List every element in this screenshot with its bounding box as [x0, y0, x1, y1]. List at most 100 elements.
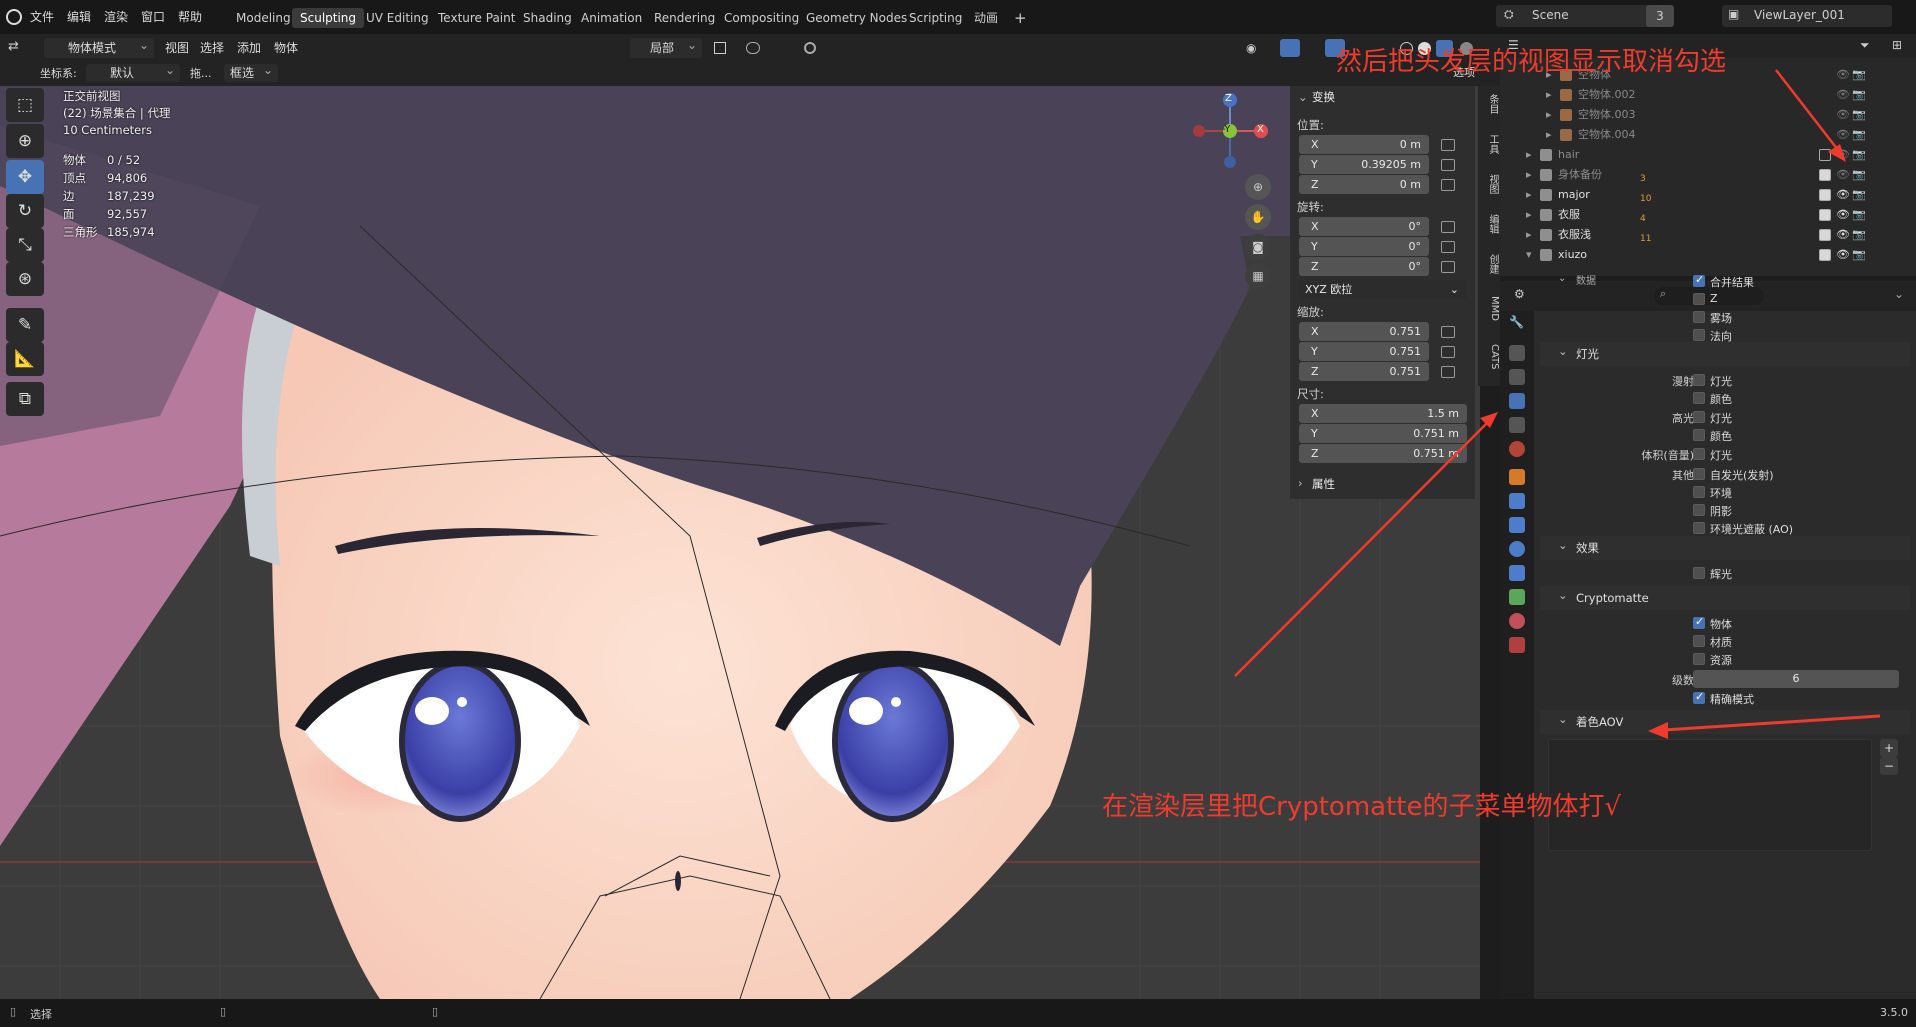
- editor-type-icon[interactable]: ⚙: [1514, 287, 1525, 301]
- data-option-checkbox[interactable]: [1693, 311, 1705, 323]
- pivot-icon[interactable]: [714, 42, 726, 54]
- menu-file[interactable]: 文件: [30, 8, 54, 26]
- lock-icon[interactable]: [1441, 221, 1455, 233]
- levels-field[interactable]: 6: [1693, 670, 1899, 688]
- volume-light-checkbox[interactable]: [1693, 448, 1705, 460]
- menu-object[interactable]: 物体: [274, 39, 298, 57]
- rotate-tool-icon[interactable]: ↻: [6, 194, 44, 228]
- properties-expand-icon[interactable]: ›: [1298, 476, 1303, 490]
- cryptomatte-option-checkbox[interactable]: [1693, 653, 1705, 665]
- scale-y-field[interactable]: Y 0.751: [1299, 342, 1429, 361]
- aov-add-button[interactable]: +: [1880, 739, 1898, 757]
- data-option-checkbox[interactable]: [1693, 273, 1705, 287]
- physics-tab-icon[interactable]: [1509, 541, 1525, 557]
- diffuse-color-checkbox[interactable]: [1693, 392, 1705, 404]
- transform-tool-icon[interactable]: ⊛: [6, 262, 44, 296]
- menu-view[interactable]: 视图: [165, 39, 189, 57]
- menu-render[interactable]: 渲染: [104, 8, 128, 26]
- drag-label[interactable]: 拖...: [190, 65, 212, 83]
- eye-icon[interactable]: 👁: [1836, 185, 1850, 205]
- outliner-row[interactable]: ▸ 衣服 4 👁 📷: [1500, 205, 1916, 225]
- annotate-tool-icon[interactable]: ✎: [6, 308, 44, 342]
- eye-icon[interactable]: 👁: [1836, 245, 1850, 265]
- modifier-tab-icon[interactable]: [1509, 493, 1525, 509]
- tab-sculpting[interactable]: Sculpting: [292, 8, 365, 28]
- outliner-row[interactable]: ▸ 空物体.004 👁 📷: [1500, 125, 1916, 145]
- outliner-row[interactable]: ▸ 空物体.003 👁 📷: [1500, 105, 1916, 125]
- tab-mmd[interactable]: MMD: [1478, 296, 1500, 321]
- expand-arrow-icon[interactable]: ▾: [1526, 245, 1532, 265]
- expand-arrow-icon[interactable]: ▸: [1526, 225, 1532, 245]
- location-y-field[interactable]: Y 0.39205 m: [1299, 155, 1429, 174]
- lock-icon[interactable]: [1441, 241, 1455, 253]
- lock-icon[interactable]: [1441, 139, 1455, 151]
- outliner-row[interactable]: ▸ 衣服浅 11 👁 📷: [1500, 225, 1916, 245]
- scale-z-field[interactable]: Z 0.751: [1299, 362, 1429, 381]
- rotation-x-field[interactable]: X 0°: [1299, 217, 1429, 236]
- world-tab-icon[interactable]: [1509, 441, 1525, 457]
- cryptomatte-option-checkbox[interactable]: [1693, 615, 1705, 629]
- constraints-tab-icon[interactable]: [1509, 565, 1525, 581]
- tab-geometry-nodes[interactable]: Geometry Nodes: [798, 8, 915, 28]
- cursor-tool-icon[interactable]: ⊕: [6, 124, 44, 158]
- camera-icon[interactable]: ◙: [1245, 234, 1271, 260]
- render-camera-icon[interactable]: 📷: [1852, 65, 1866, 85]
- filter-icon[interactable]: ⏷: [1860, 38, 1870, 53]
- menu-select[interactable]: 选择: [200, 39, 224, 57]
- gizmo-toggle-icon[interactable]: [1280, 39, 1300, 57]
- tab-cats[interactable]: CATS: [1478, 344, 1500, 370]
- menu-add[interactable]: 添加: [237, 39, 261, 57]
- dimension-x-field[interactable]: X 1.5 m: [1299, 404, 1467, 423]
- tab-animation[interactable]: Animation: [573, 8, 650, 28]
- snap-icon[interactable]: [746, 42, 760, 54]
- exclude-checkbox[interactable]: [1819, 209, 1831, 221]
- mode-dropdown[interactable]: 物体模式: [44, 35, 154, 58]
- eye-icon[interactable]: 👁: [1836, 125, 1850, 145]
- expand-arrow-icon[interactable]: ▸: [1546, 125, 1552, 145]
- dimension-z-field[interactable]: Z 0.751 m: [1299, 444, 1467, 463]
- exclude-checkbox[interactable]: [1819, 189, 1831, 201]
- select-mode-dropdown[interactable]: 框选: [224, 61, 278, 82]
- specular-color-checkbox[interactable]: [1693, 429, 1705, 441]
- outliner-row[interactable]: ▾ xiuzo 👁 📷: [1500, 245, 1916, 265]
- measure-tool-icon[interactable]: 📐: [6, 342, 44, 376]
- effects-bloom-checkbox[interactable]: [1693, 567, 1705, 579]
- scene-selector[interactable]: ⛭ Scene: [1496, 5, 1656, 27]
- render-camera-icon[interactable]: 📷: [1852, 165, 1866, 185]
- eye-icon[interactable]: 👁: [1836, 105, 1850, 125]
- proportional-icon[interactable]: [804, 42, 816, 54]
- specular-light-checkbox[interactable]: [1693, 411, 1705, 423]
- tab-texture-paint[interactable]: Texture Paint: [430, 8, 523, 28]
- tool-tab-icon[interactable]: 🔧: [1509, 315, 1525, 331]
- zoom-icon[interactable]: ⊕: [1245, 174, 1271, 200]
- render-camera-icon[interactable]: 📷: [1852, 145, 1866, 165]
- aov-remove-button[interactable]: −: [1880, 757, 1898, 775]
- add-workspace-button[interactable]: +: [1006, 8, 1035, 28]
- pan-hand-icon[interactable]: ✋: [1245, 204, 1271, 230]
- eye-icon[interactable]: 👁: [1836, 225, 1850, 245]
- render-camera-icon[interactable]: 📷: [1852, 85, 1866, 105]
- move-tool-icon[interactable]: ✥: [6, 160, 44, 194]
- coord-dropdown[interactable]: 默认: [86, 61, 180, 82]
- tab-modeling[interactable]: Modeling: [228, 8, 299, 28]
- location-x-field[interactable]: X 0 m: [1299, 135, 1429, 154]
- eye-icon[interactable]: 👁: [1836, 145, 1850, 165]
- section-effects[interactable]: 效果: [1540, 533, 1910, 560]
- output-tab-icon[interactable]: [1509, 369, 1525, 385]
- particles-tab-icon[interactable]: [1509, 517, 1525, 533]
- data-tab-icon[interactable]: [1509, 589, 1525, 605]
- other-option-checkbox[interactable]: [1693, 522, 1705, 534]
- tab-shading[interactable]: Shading: [515, 8, 580, 28]
- menu-edit[interactable]: 编辑: [67, 8, 91, 26]
- expand-arrow-icon[interactable]: ▸: [1526, 145, 1532, 165]
- tab-rendering[interactable]: Rendering: [646, 8, 723, 28]
- tab-compositing[interactable]: Compositing: [716, 8, 807, 28]
- expand-arrow-icon[interactable]: ▸: [1526, 205, 1532, 225]
- outliner-row[interactable]: ▸ major 10 👁 📷: [1500, 185, 1916, 205]
- render-camera-icon[interactable]: 📷: [1852, 205, 1866, 225]
- render-camera-icon[interactable]: 📷: [1852, 105, 1866, 125]
- view-layer-tab-icon[interactable]: [1509, 393, 1525, 409]
- object-tab-icon[interactable]: [1509, 469, 1525, 485]
- material-tab-icon[interactable]: [1509, 613, 1525, 629]
- tab-edit[interactable]: 编辑: [1478, 214, 1500, 234]
